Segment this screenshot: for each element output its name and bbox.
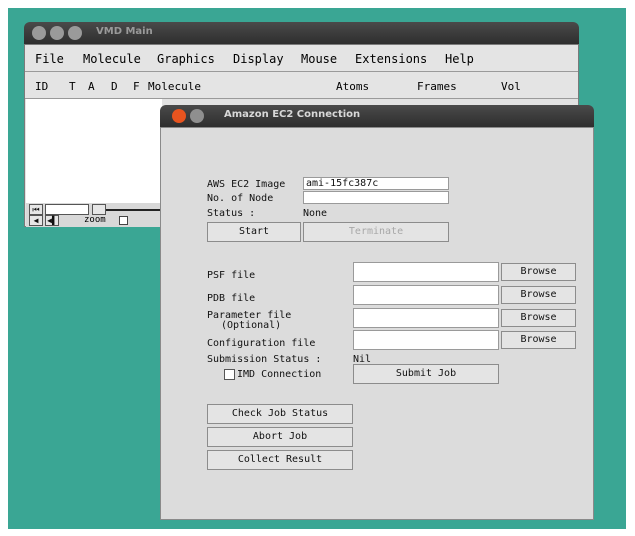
status-value: None [303,208,328,219]
configuration-label: Configuration file [207,338,316,349]
imd-connection-label: IMD Connection [237,369,322,380]
frame-slider-handle[interactable] [92,204,106,215]
frame-slider-track[interactable] [106,209,162,211]
pdb-label: PDB file [207,293,256,304]
col-d[interactable]: D [111,80,118,93]
col-id[interactable]: ID [35,80,48,93]
submit-job-button[interactable]: Submit Job [353,364,499,384]
close-icon[interactable] [172,109,186,123]
play-reverse-icon[interactable]: ◀ [29,215,43,226]
menu-bar: File Molecule Graphics Display Mouse Ext… [25,45,578,72]
check-job-status-button[interactable]: Check Job Status [207,404,353,424]
ec2-body: AWS EC2 Image ami-15fc387c No. of Node S… [160,127,594,520]
frame-input[interactable] [45,204,89,215]
menu-graphics[interactable]: Graphics [157,52,215,66]
num-node-label: No. of Node [207,193,274,204]
col-molecule[interactable]: Molecule [148,80,201,93]
minimize-icon[interactable] [50,26,64,40]
menu-display[interactable]: Display [233,52,284,66]
psf-input[interactable] [353,262,499,282]
num-node-input[interactable] [303,191,449,204]
menu-mouse[interactable]: Mouse [301,52,337,66]
window-title: Amazon EC2 Connection [224,109,361,120]
molecule-list[interactable] [26,99,162,203]
col-f[interactable]: F [133,80,140,93]
parameter-browse-button[interactable]: Browse [501,309,576,327]
menu-extensions[interactable]: Extensions [355,52,427,66]
menu-help[interactable]: Help [445,52,474,66]
step-back-icon[interactable]: ◀▌ [45,215,59,226]
zoom-label: zoom [84,215,106,225]
molecule-list-header: ID T A D F Molecule Atoms Frames Vol [25,72,578,99]
imd-connection-checkbox[interactable] [224,369,235,380]
maximize-icon[interactable] [68,26,82,40]
aws-image-label: AWS EC2 Image [207,179,286,190]
pdb-input[interactable] [353,285,499,305]
configuration-input[interactable] [353,330,499,350]
parameter-input[interactable] [353,308,499,328]
zoom-checkbox[interactable] [119,216,128,225]
col-atoms[interactable]: Atoms [336,80,369,93]
psf-browse-button[interactable]: Browse [501,263,576,281]
configuration-browse-button[interactable]: Browse [501,331,576,349]
abort-job-button[interactable]: Abort Job [207,427,353,447]
window-title: VMD Main [96,26,153,37]
menu-file[interactable]: File [35,52,64,66]
terminate-button[interactable]: Terminate [303,222,449,242]
menu-molecule[interactable]: Molecule [83,52,141,66]
col-a[interactable]: A [88,80,95,93]
ec2-connection-window: Amazon EC2 Connection AWS EC2 Image ami-… [160,105,594,520]
aws-image-input[interactable]: ami-15fc387c [303,177,449,190]
submission-status-label: Submission Status : [207,354,322,365]
col-vol[interactable]: Vol [501,80,521,93]
ec2-titlebar[interactable]: Amazon EC2 Connection [160,105,594,127]
pdb-browse-button[interactable]: Browse [501,286,576,304]
parameter-optional-label: (Optional) [221,320,282,331]
start-button[interactable]: Start [207,222,301,242]
psf-label: PSF file [207,270,256,281]
col-t[interactable]: T [69,80,76,93]
vmd-main-titlebar[interactable]: VMD Main [24,22,579,44]
collect-result-button[interactable]: Collect Result [207,450,353,470]
col-frames[interactable]: Frames [417,80,457,93]
animation-controls: ⏮ ◀ ◀▌ zoom [26,203,162,227]
jump-start-icon[interactable]: ⏮ [29,204,43,215]
close-icon[interactable] [32,26,46,40]
minimize-icon[interactable] [190,109,204,123]
status-label: Status : [207,208,256,219]
